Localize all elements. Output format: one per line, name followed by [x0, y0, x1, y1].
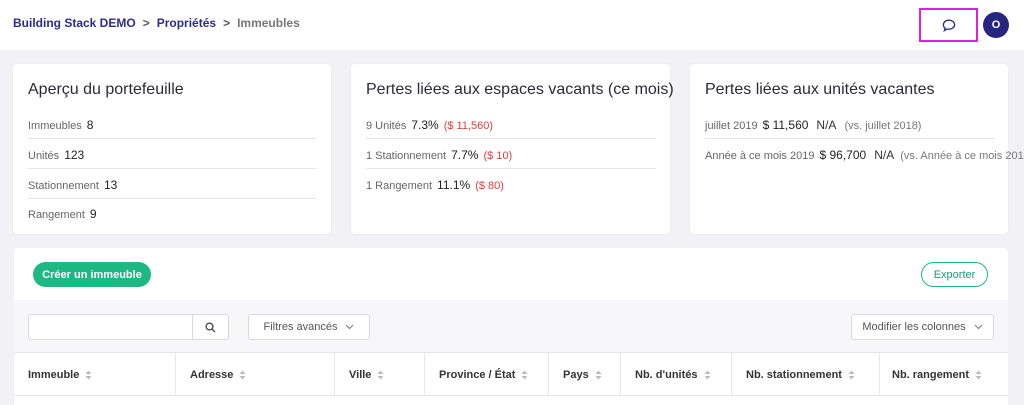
buildings-panel: Créer un immeuble Exporter Filtres avanc…	[14, 248, 1008, 405]
stat-loss: ($ 80)	[475, 180, 504, 192]
column-header-storage-count[interactable]: Nb. rangement	[880, 353, 1008, 396]
column-header-city[interactable]: Ville	[335, 353, 425, 396]
column-label: Immeuble	[28, 368, 80, 381]
search-input[interactable]	[28, 314, 192, 340]
portfolio-title: Aperçu du portefeuille	[28, 81, 184, 98]
stat-na: N/A	[874, 148, 895, 162]
sort-icon[interactable]	[85, 370, 92, 380]
create-building-button[interactable]: Créer un immeuble	[33, 262, 151, 287]
vacant-spaces-card: Pertes liées aux espaces vacants (ce moi…	[351, 64, 674, 234]
vacant-row-units: 9 Unités 7.3% ($ 11,560)	[366, 118, 493, 132]
stat-label: Année à ce mois 2019	[705, 150, 815, 162]
stat-loss: ($ 11,560)	[443, 120, 494, 132]
portfolio-row-parking: Stationnement 13	[28, 178, 117, 192]
advanced-filters-button[interactable]: Filtres avancés	[248, 314, 370, 340]
search-icon	[205, 321, 216, 332]
stat-label: Unités	[28, 150, 60, 162]
column-header-province[interactable]: Province / État	[425, 353, 549, 396]
portfolio-row-buildings: Immeubles 8	[28, 118, 93, 132]
stat-percent: 7.3%	[411, 118, 439, 132]
column-header-parking-count[interactable]: Nb. stationnement	[732, 353, 880, 396]
stat-amount: $ 96,700	[819, 148, 867, 162]
sort-icon[interactable]	[848, 370, 855, 380]
vacant-units-card: Pertes liées aux unités vacantes juillet…	[690, 64, 1024, 234]
divider	[366, 138, 656, 139]
stat-percent: 11.1%	[437, 178, 471, 192]
sort-icon[interactable]	[704, 370, 711, 380]
stat-percent: 7.7%	[451, 148, 479, 162]
stat-label: Immeubles	[28, 120, 82, 132]
divider	[28, 138, 316, 139]
column-header-units-count[interactable]: Nb. d'unités	[621, 353, 732, 396]
divider	[705, 138, 995, 139]
advanced-filters-label: Filtres avancés	[263, 321, 338, 333]
stat-label: 1 Stationnement	[366, 150, 447, 162]
divider	[366, 168, 656, 169]
stat-value: 123	[64, 148, 85, 162]
column-header-country[interactable]: Pays	[549, 353, 621, 396]
breadcrumb-separator: >	[142, 16, 150, 30]
stat-label: 9 Unités	[366, 120, 407, 132]
vacant-units-row-month: juillet 2019 $ 11,560 N/A (vs. juillet 2018…	[705, 118, 921, 132]
edit-columns-label: Modifier les colonnes	[862, 321, 966, 333]
column-label: Nb. d'unités	[635, 368, 698, 381]
column-label: Nb. stationnement	[746, 368, 842, 381]
vacant-row-parking: 1 Stationnement 7.7% ($ 10)	[366, 148, 512, 162]
portfolio-row-units: Unités 123	[28, 148, 84, 162]
table-toolbar: Filtres avancés Modifier les colonnes	[14, 300, 1008, 352]
portfolio-card: Aperçu du portefeuille Immeubles 8 Unités…	[13, 64, 331, 234]
stat-loss: ($ 10)	[483, 150, 513, 162]
top-bar: Building Stack DEMO > Propriétés > Immeu…	[0, 0, 1024, 50]
column-label: Ville	[349, 368, 372, 381]
avatar[interactable]: O	[983, 12, 1009, 38]
sort-icon[interactable]	[377, 370, 384, 380]
edit-columns-button[interactable]: Modifier les colonnes	[851, 314, 994, 340]
breadcrumb-section-link[interactable]: Propriétés	[157, 16, 216, 30]
portfolio-row-storage: Rangement 9	[28, 207, 97, 221]
column-label: Province / État	[439, 368, 516, 381]
breadcrumb-current: Immeubles	[237, 16, 300, 30]
vacant-spaces-title: Pertes liées aux espaces vacants (ce moi…	[366, 81, 674, 98]
table-header: Immeuble Adresse Ville Province / État P…	[14, 352, 1008, 396]
sort-icon[interactable]	[975, 370, 982, 380]
chat-button[interactable]	[919, 8, 978, 42]
breadcrumb-separator: >	[223, 16, 231, 30]
chevron-down-icon	[346, 324, 354, 330]
sort-icon[interactable]	[239, 370, 246, 380]
stat-label: Rangement	[28, 209, 85, 221]
sort-icon[interactable]	[521, 370, 528, 380]
vacant-units-title: Pertes liées aux unités vacantes	[705, 81, 935, 98]
search-button[interactable]	[192, 314, 229, 340]
stat-comparison: (vs. Année à ce mois 2018)	[900, 150, 1024, 162]
breadcrumb: Building Stack DEMO > Propriétés > Immeu…	[13, 16, 300, 30]
stat-label: Stationnement	[28, 180, 99, 192]
stat-value: 8	[86, 118, 94, 132]
export-button[interactable]: Exporter	[921, 262, 988, 287]
divider	[28, 168, 316, 169]
divider	[28, 198, 316, 199]
column-label: Pays	[563, 368, 589, 381]
stat-value: 13	[103, 178, 118, 192]
column-header-building[interactable]: Immeuble	[14, 353, 176, 396]
column-label: Adresse	[190, 368, 234, 381]
column-label: Nb. rangement	[892, 368, 970, 381]
column-header-address[interactable]: Adresse	[176, 353, 335, 396]
chat-bubble-icon	[942, 19, 955, 32]
stat-comparison: (vs. juillet 2018)	[844, 120, 922, 132]
stat-na: N/A	[816, 118, 837, 132]
stat-amount: $ 11,560	[762, 118, 809, 132]
chevron-down-icon	[974, 324, 983, 330]
stat-label: 1 Rangement	[366, 180, 433, 192]
vacant-units-row-ytd: Année à ce mois 2019 $ 96,700 N/A (vs. Anné…	[705, 148, 1024, 162]
stat-label: juillet 2019	[705, 120, 758, 132]
stat-value: 9	[89, 207, 97, 221]
vacant-row-storage: 1 Rangement 11.1% ($ 80)	[366, 178, 504, 192]
table-row[interactable]	[14, 396, 1008, 405]
breadcrumb-root-link[interactable]: Building Stack DEMO	[13, 16, 136, 30]
sort-icon[interactable]	[595, 370, 602, 380]
